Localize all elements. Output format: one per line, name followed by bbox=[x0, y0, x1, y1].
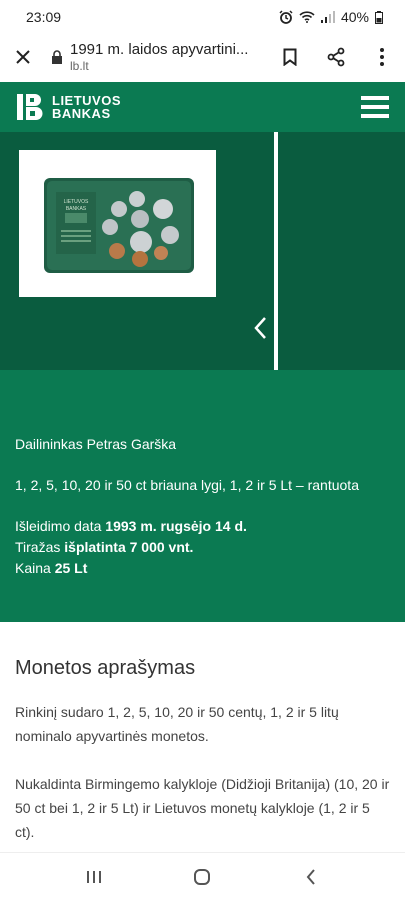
close-icon bbox=[16, 50, 30, 64]
price-row: Kaina 25 Lt bbox=[15, 558, 247, 579]
coin-set-image: LIETUVOS BANKAS bbox=[44, 178, 194, 273]
mintage-row: Tiražas išplatinta 7 000 vnt. bbox=[15, 537, 247, 558]
artist-text: Dailininkas Petras Garška bbox=[15, 436, 177, 452]
recents-icon bbox=[87, 870, 102, 883]
page-title: 1991 m. laidos apyvartini... bbox=[70, 41, 249, 58]
coin-info-panel: Dailininkas Petras Garška 1, 2, 5, 10, 2… bbox=[0, 370, 405, 622]
back-icon bbox=[306, 868, 315, 885]
coin-card-label-2: BANKAS bbox=[66, 206, 87, 212]
url-bar[interactable]: 1991 m. laidos apyvartini... lb.lt bbox=[70, 41, 267, 73]
bookmark-button[interactable] bbox=[267, 34, 313, 80]
issue-date-label: Išleidimo data bbox=[15, 518, 106, 534]
image-gallery: LIETUVOS BANKAS bbox=[0, 132, 405, 370]
lb-logo-icon bbox=[17, 94, 43, 120]
site-logo[interactable]: LIETUVOS BANKAS bbox=[16, 92, 121, 122]
home-button[interactable] bbox=[182, 857, 222, 897]
wifi-icon bbox=[299, 11, 315, 23]
coin-card-label-1: LIETUVOS bbox=[64, 199, 89, 205]
status-time: 23:09 bbox=[26, 9, 62, 25]
status-bar: 23:09 40% bbox=[0, 0, 405, 34]
system-nav-bar bbox=[0, 852, 405, 900]
price-value: 25 Lt bbox=[54, 560, 88, 576]
bookmark-icon bbox=[283, 48, 297, 66]
signal-icon bbox=[320, 11, 335, 23]
site-header: LIETUVOS BANKAS bbox=[0, 82, 405, 132]
battery-percent: 40% bbox=[340, 9, 369, 25]
issue-date-row: Išleidimo data 1993 m. rugsėjo 14 d. bbox=[15, 516, 247, 537]
gallery-prev-button[interactable] bbox=[248, 310, 272, 346]
more-options-button[interactable] bbox=[359, 34, 405, 80]
mintage-label: Tiražas bbox=[15, 539, 65, 555]
browser-toolbar: 1991 m. laidos apyvartini... lb.lt bbox=[0, 34, 405, 80]
issue-date-value: 1993 m. rugsėjo 14 d. bbox=[105, 518, 247, 534]
logo-text: LIETUVOS BANKAS bbox=[52, 94, 121, 120]
share-button[interactable] bbox=[313, 34, 359, 80]
page-domain: lb.lt bbox=[70, 59, 89, 73]
coin-set-photo[interactable]: LIETUVOS BANKAS bbox=[19, 150, 216, 297]
more-vert-icon bbox=[380, 48, 384, 66]
recents-button[interactable] bbox=[74, 857, 114, 897]
price-label: Kaina bbox=[15, 560, 55, 576]
back-button[interactable] bbox=[291, 857, 331, 897]
description-title: Monetos aprašymas bbox=[15, 657, 196, 679]
share-icon bbox=[327, 47, 345, 67]
hamburger-icon[interactable] bbox=[361, 96, 389, 118]
coin-details: Išleidimo data 1993 m. rugsėjo 14 d. Tir… bbox=[15, 516, 247, 579]
description-paragraph-2: Nukaldinta Birmingemo kalykloje (Didžioj… bbox=[15, 776, 390, 840]
mintage-value: išplatinta 7 000 vnt. bbox=[64, 539, 194, 555]
lock-icon bbox=[52, 50, 62, 64]
close-button[interactable] bbox=[0, 34, 46, 80]
edge-text: 1, 2, 5, 10, 20 ir 50 ct briauna lygi, 1… bbox=[15, 477, 359, 493]
chevron-left-icon bbox=[254, 317, 266, 339]
gallery-divider bbox=[274, 132, 278, 370]
alarm-icon bbox=[279, 10, 293, 24]
home-icon bbox=[194, 868, 211, 885]
battery-icon bbox=[375, 10, 383, 24]
status-icons: 40% bbox=[279, 9, 383, 25]
logo-line2: BANKAS bbox=[52, 106, 111, 121]
description-paragraph-1: Rinkinį sudaro 1, 2, 5, 10, 20 ir 50 cen… bbox=[15, 704, 339, 744]
